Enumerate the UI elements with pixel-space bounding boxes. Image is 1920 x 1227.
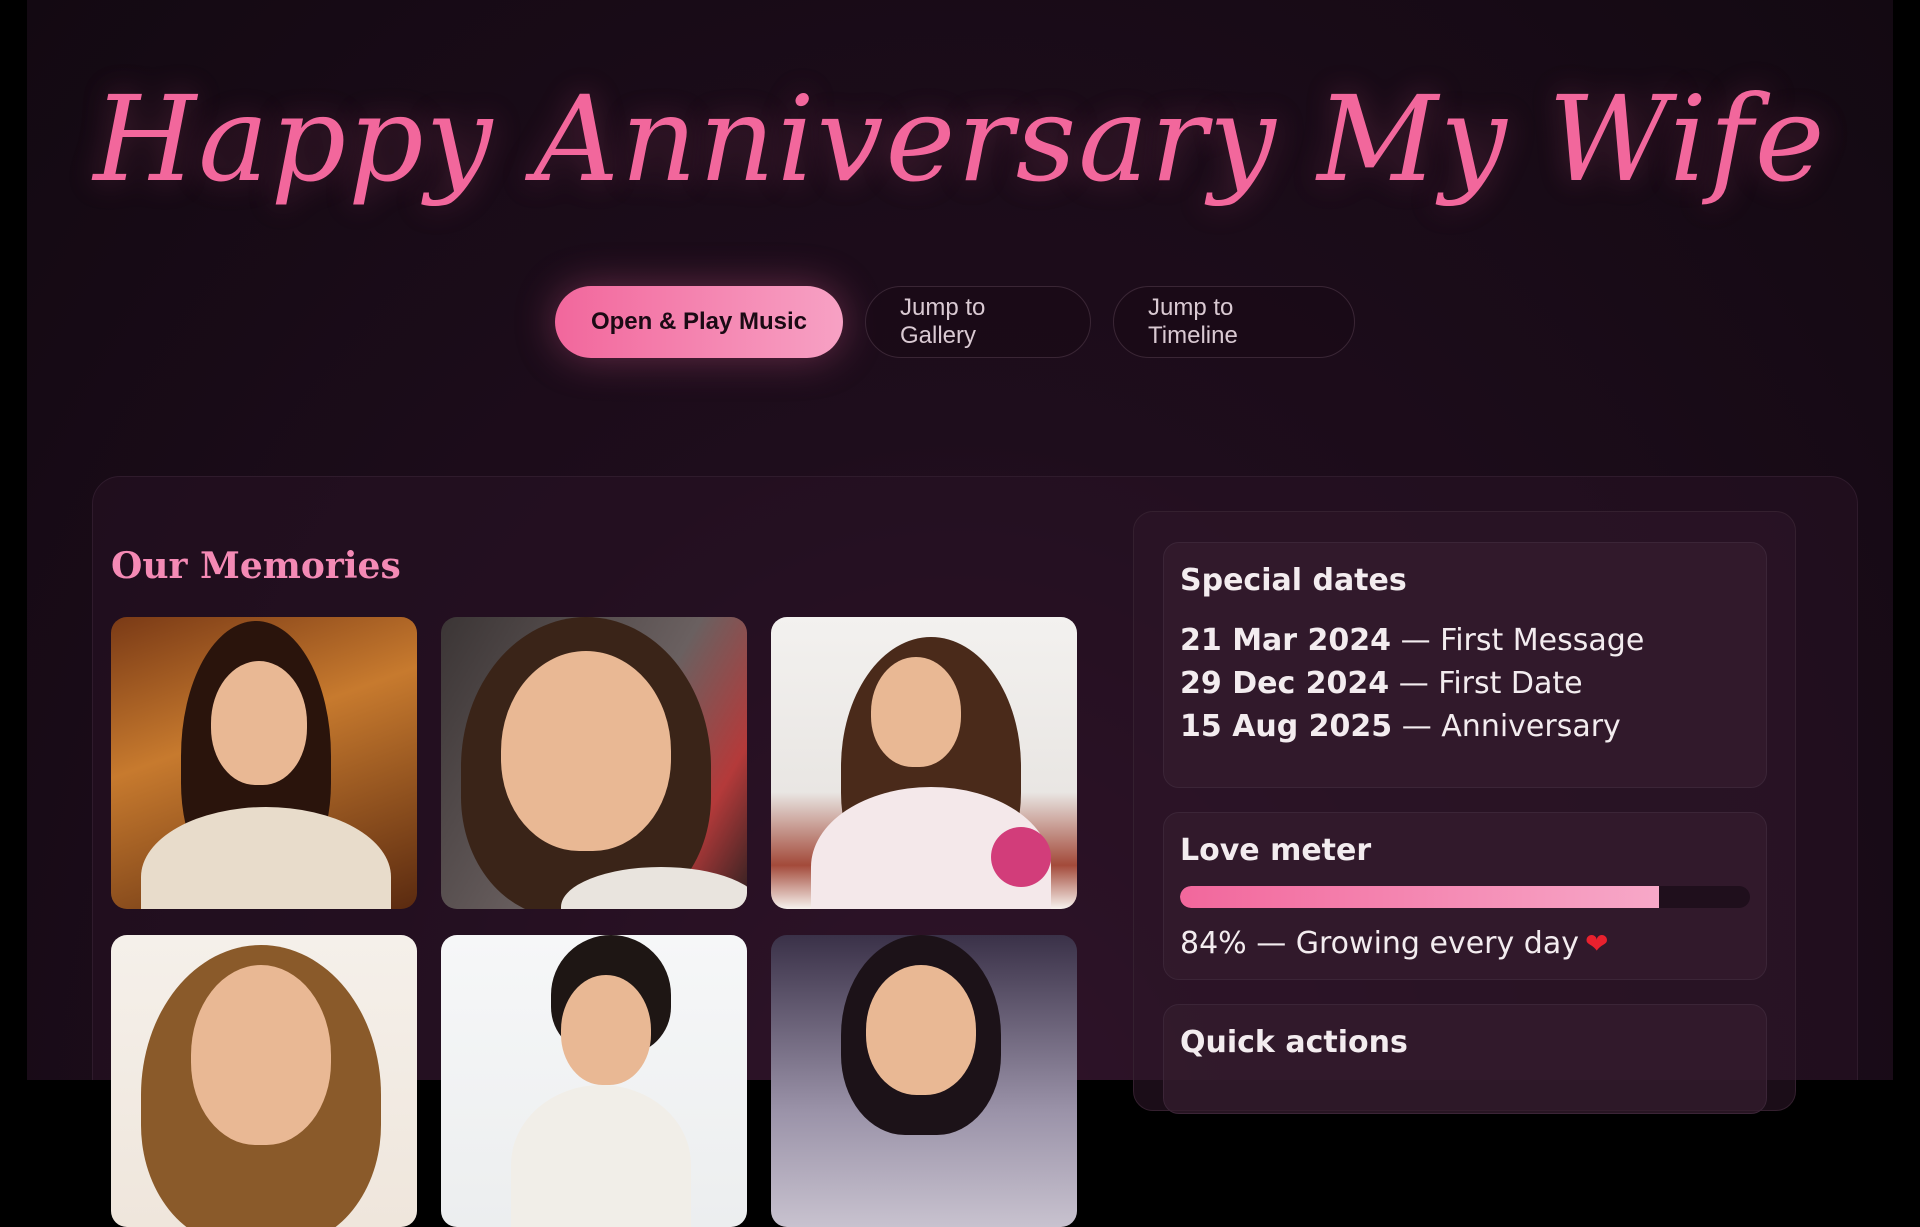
date-label: First Message: [1440, 623, 1645, 658]
jump-to-timeline-button[interactable]: Jump to Timeline: [1113, 286, 1355, 358]
play-music-button[interactable]: Open & Play Music: [555, 286, 843, 358]
date-separator: —: [1398, 666, 1429, 701]
date-label: First Date: [1438, 666, 1583, 701]
date-value: 15 Aug 2025: [1180, 709, 1393, 744]
special-dates-list: 21 Mar 2024 — First Message 29 Dec 2024 …: [1180, 619, 1644, 748]
date-separator: —: [1401, 709, 1432, 744]
love-meter-title: Love meter: [1180, 833, 1372, 868]
memory-photo[interactable]: [111, 617, 417, 909]
date-item: 29 Dec 2024 — First Date: [1180, 662, 1644, 705]
date-separator: —: [1400, 623, 1431, 658]
memory-photo[interactable]: [771, 935, 1077, 1227]
love-meter-fill: [1180, 886, 1659, 908]
quick-actions-card: Quick actions: [1163, 1004, 1767, 1114]
hero-buttons: Open & Play Music Jump to Gallery Jump t…: [27, 286, 1893, 358]
memories-heading: Our Memories: [111, 545, 401, 587]
page-title: Happy Anniversary My Wife: [93, 70, 1827, 208]
memory-photo[interactable]: [111, 935, 417, 1227]
memory-photo[interactable]: [441, 617, 747, 909]
love-meter-track: [1180, 886, 1750, 908]
date-value: 21 Mar 2024: [1180, 623, 1392, 658]
memories-gallery: [111, 617, 1077, 1227]
love-meter-card: Love meter 84% — Growing every day ❤: [1163, 812, 1767, 980]
date-value: 29 Dec 2024: [1180, 666, 1390, 701]
love-meter-text: 84% — Growing every day: [1180, 926, 1579, 961]
jump-to-gallery-button[interactable]: Jump to Gallery: [865, 286, 1091, 358]
special-dates-card: Special dates 21 Mar 2024 — First Messag…: [1163, 542, 1767, 788]
memory-photo[interactable]: [441, 935, 747, 1227]
memory-photo[interactable]: [771, 617, 1077, 909]
date-item: 15 Aug 2025 — Anniversary: [1180, 705, 1644, 748]
quick-actions-title: Quick actions: [1180, 1025, 1408, 1060]
special-dates-title: Special dates: [1180, 563, 1407, 598]
love-meter-label: 84% — Growing every day ❤: [1180, 926, 1608, 961]
date-item: 21 Mar 2024 — First Message: [1180, 619, 1644, 662]
date-label: Anniversary: [1441, 709, 1621, 744]
heart-icon: ❤: [1584, 927, 1609, 960]
